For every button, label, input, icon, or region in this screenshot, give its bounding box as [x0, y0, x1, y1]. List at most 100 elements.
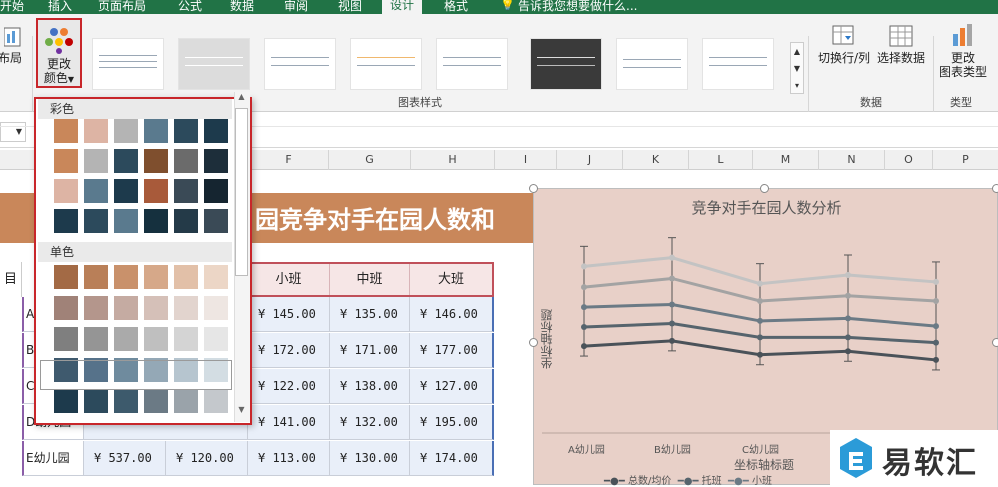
mono-swatch[interactable]	[84, 265, 108, 289]
mono-swatch[interactable]	[84, 389, 108, 413]
color-palette-dropdown[interactable]: 彩色 单色	[34, 97, 252, 425]
colorful-swatch[interactable]	[204, 209, 228, 233]
colorful-swatch[interactable]	[54, 119, 78, 143]
column-header[interactable]: J	[556, 150, 622, 170]
colorful-swatch[interactable]	[144, 149, 168, 173]
table-header-middle[interactable]: 中班	[330, 262, 410, 297]
value-cell[interactable]: ¥ 113.00	[248, 441, 330, 476]
column-header[interactable]: F	[248, 150, 328, 170]
colorful-swatch[interactable]	[84, 149, 108, 173]
value-cell[interactable]: ¥ 135.00	[330, 297, 410, 332]
colorful-swatch[interactable]	[174, 179, 198, 203]
colorful-swatch[interactable]	[144, 119, 168, 143]
resize-handle[interactable]	[992, 338, 998, 347]
data-point[interactable]	[933, 278, 939, 285]
data-point[interactable]	[845, 315, 851, 322]
quick-layout-button[interactable]: 布局	[0, 26, 28, 65]
change-chart-type-button[interactable]: 更改 图表类型	[938, 22, 988, 79]
mono-swatch[interactable]	[114, 265, 138, 289]
column-header[interactable]: P	[932, 150, 998, 170]
chart-style-1[interactable]	[92, 38, 164, 90]
value-cell[interactable]: ¥ 171.00	[330, 333, 410, 368]
column-header[interactable]: G	[328, 150, 410, 170]
chart-style-4[interactable]	[350, 38, 422, 90]
tab-page-layout[interactable]: 页面布局	[98, 0, 146, 14]
mono-swatch[interactable]	[144, 265, 168, 289]
data-point[interactable]	[933, 356, 939, 363]
mono-swatch[interactable]	[204, 265, 228, 289]
chart-style-6[interactable]	[530, 38, 602, 90]
toddler-cell[interactable]: ¥ 120.00	[166, 441, 248, 476]
resize-handle[interactable]	[992, 184, 998, 193]
value-cell[interactable]: ¥ 146.00	[410, 297, 494, 332]
mono-swatch[interactable]	[54, 296, 78, 320]
data-point[interactable]	[845, 272, 851, 278]
data-point[interactable]	[757, 351, 763, 358]
colorful-swatch[interactable]	[174, 119, 198, 143]
colorful-swatch[interactable]	[204, 119, 228, 143]
value-cell[interactable]: ¥ 174.00	[410, 441, 494, 476]
tab-data[interactable]: 数据	[230, 0, 254, 14]
column-header[interactable]: K	[622, 150, 688, 170]
y-axis-title[interactable]: 坐标轴标题	[538, 309, 558, 369]
data-point[interactable]	[757, 280, 763, 287]
colorful-swatch[interactable]	[84, 179, 108, 203]
mono-swatch[interactable]	[204, 296, 228, 320]
colorful-swatch[interactable]	[174, 209, 198, 233]
chart-styles-scroll[interactable]: ▲ ▼ ▾	[790, 42, 804, 94]
tab-insert[interactable]: 插入	[48, 0, 72, 14]
colorful-swatch[interactable]	[204, 149, 228, 173]
data-point[interactable]	[581, 284, 587, 291]
table-header-large[interactable]: 大班	[410, 262, 494, 297]
chart-style-3[interactable]	[264, 38, 336, 90]
x-axis-title[interactable]: 坐标轴标题	[734, 456, 794, 473]
column-header[interactable]: N	[818, 150, 884, 170]
data-point[interactable]	[933, 339, 939, 346]
data-point[interactable]	[669, 254, 675, 261]
data-point[interactable]	[581, 343, 587, 350]
chart-title[interactable]: 竞争对手在园人数分析	[534, 197, 998, 218]
data-point[interactable]	[757, 334, 763, 341]
select-data-button[interactable]: 选择数据	[874, 24, 928, 65]
data-point[interactable]	[581, 304, 587, 311]
value-cell[interactable]: ¥ 145.00	[248, 297, 330, 332]
row-name-cell[interactable]: E幼儿园	[22, 441, 84, 476]
data-point[interactable]	[757, 298, 763, 304]
mono-swatch[interactable]	[114, 296, 138, 320]
mono-swatch[interactable]	[174, 389, 198, 413]
tab-home[interactable]: 开始	[0, 0, 24, 14]
data-point[interactable]	[757, 317, 763, 324]
scroll-up-arrow[interactable]: ▲	[235, 92, 248, 104]
data-point[interactable]	[669, 337, 675, 344]
data-point[interactable]	[845, 334, 851, 341]
data-point[interactable]	[669, 301, 675, 308]
colorful-swatch[interactable]	[204, 179, 228, 203]
mono-swatch[interactable]	[174, 327, 198, 351]
mono-swatch[interactable]	[54, 327, 78, 351]
colorful-swatch[interactable]	[174, 149, 198, 173]
name-box-dropdown[interactable]: ▼	[0, 122, 26, 142]
resize-handle[interactable]	[529, 184, 538, 193]
value-cell[interactable]: ¥ 122.00	[248, 369, 330, 404]
value-cell[interactable]: ¥ 127.00	[410, 369, 494, 404]
column-header[interactable]: O	[884, 150, 932, 170]
colorful-swatch[interactable]	[84, 119, 108, 143]
value-cell[interactable]: ¥ 130.00	[330, 441, 410, 476]
resize-handle[interactable]	[760, 184, 769, 193]
colorful-swatch[interactable]	[114, 179, 138, 203]
palette-scroll-thumb[interactable]	[235, 108, 248, 276]
tab-view[interactable]: 视图	[338, 0, 362, 14]
value-cell[interactable]: ¥ 195.00	[410, 405, 494, 440]
mono-swatch[interactable]	[84, 327, 108, 351]
colorful-swatch[interactable]	[114, 149, 138, 173]
colorful-swatch[interactable]	[84, 209, 108, 233]
chart-style-5[interactable]	[436, 38, 508, 90]
mono-swatch[interactable]	[114, 389, 138, 413]
data-point[interactable]	[845, 292, 851, 299]
data-point[interactable]	[933, 323, 939, 330]
colorful-swatch[interactable]	[54, 209, 78, 233]
chart-style-7[interactable]	[616, 38, 688, 90]
mono-swatch[interactable]	[84, 296, 108, 320]
scroll-down-arrow[interactable]: ▼	[235, 405, 248, 417]
mono-swatch[interactable]	[174, 296, 198, 320]
